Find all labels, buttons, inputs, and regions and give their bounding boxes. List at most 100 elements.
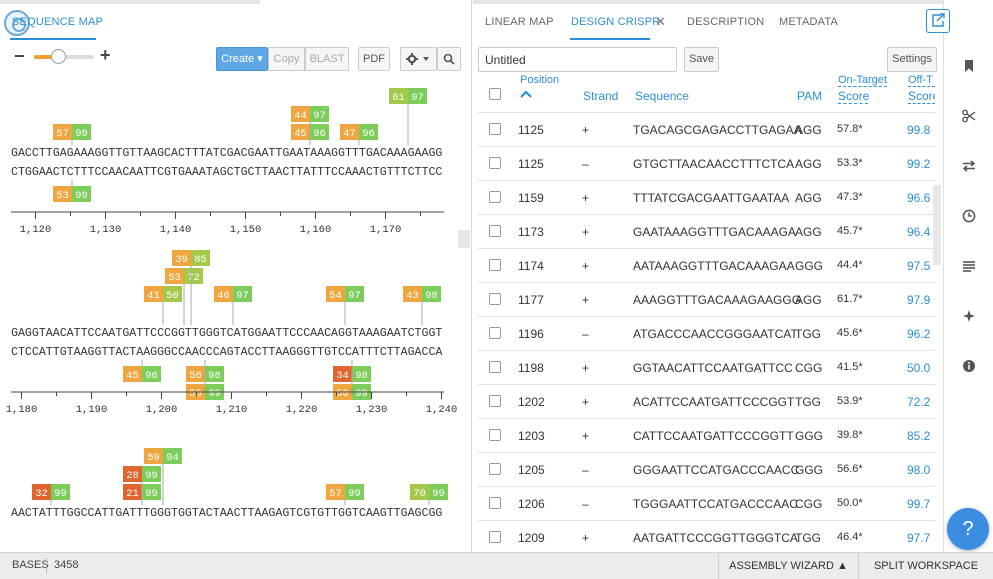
top-strand-sequence[interactable]: GACCTTGAGAAAGGTTGTTAAGCACTTTATCGACGAATTG… [11,147,442,160]
table-row[interactable]: 1173 + GAATAAAGGTTTGACAAAGA AGG 45.7* 96.4 [478,214,935,248]
row-checkbox[interactable] [489,157,501,169]
table-row[interactable]: 1198 + GGTAACATTCCAATGATTCC CGG 41.5* 50.0 [478,350,935,384]
select-all-checkbox[interactable] [489,88,501,100]
tab-design-crispr[interactable]: DESIGN CRISPR [571,16,660,28]
scissors-icon[interactable] [962,109,976,123]
table-row[interactable]: 1177 + AAAGGTTTGACAAAGAAGGG AGG 61.7* 97.9 [478,282,935,316]
grna-marker[interactable]: 44 97 [291,106,329,122]
sequence-map-canvas[interactable]: GACCTTGAGAAAGGTTGTTAAGCACTTTATCGACGAATTG… [0,72,472,552]
grna-marker[interactable]: 45 96 [123,366,161,382]
row-off-target-score[interactable]: 72.2 [907,395,930,409]
table-row[interactable]: 1174 + AATAAAGGTTTGACAAAGAA GGG 44.4* 97.5 [478,248,935,282]
row-off-target-score[interactable]: 99.8 [907,123,930,137]
bottom-strand-sequence[interactable]: CTGGAACTCTTTCCAACAATTCGTGAAATAGCTGCTTAAC… [11,166,442,179]
row-checkbox[interactable] [489,429,501,441]
map-scrollbar[interactable] [458,230,470,248]
column-header-on-target[interactable]: On-Target [838,74,887,87]
row-off-target-score[interactable]: 97.5 [907,259,930,273]
export-button[interactable] [926,9,950,33]
column-header-on-target-score[interactable]: Score [838,89,869,104]
grna-marker[interactable]: 43 98 [403,286,441,302]
grna-marker[interactable]: 54 97 [326,286,364,302]
grna-marker[interactable]: 59 94 [144,448,182,464]
row-off-target-score[interactable]: 97.7 [907,531,930,545]
table-row[interactable]: 1125 + TGACAGCGAGACCTTGAGAA AGG 57.8* 99.8 [478,112,935,146]
pdf-button[interactable]: PDF [358,47,390,71]
table-row[interactable]: 1125 – GTGCTTAACAACCTTTCTCA AGG 53.3* 99.2 [478,146,935,180]
zoom-in-button[interactable]: + [100,46,111,64]
row-checkbox[interactable] [489,123,501,135]
grna-marker[interactable]: 70 99 [410,484,448,500]
swap-icon[interactable] [962,159,976,173]
row-off-target-score[interactable]: 99.7 [907,497,930,511]
table-row[interactable]: 1196 – ATGACCCAACCGGGAATCAT TGG 45.6* 96.2 [478,316,935,350]
table-row[interactable]: 1203 + CATTCCAATGATTCCCGGTT GGG 39.8* 85.2 [478,418,935,452]
top-strand-sequence[interactable]: AACTATTTGGCCATTGATTTGGGTGGTACTAACTTAAGAG… [11,507,442,520]
grna-marker[interactable]: 28 99 [123,466,161,482]
grna-marker[interactable]: 39 85 [172,250,210,266]
copy-button[interactable]: Copy [268,47,305,71]
zoom-slider[interactable] [34,49,94,64]
help-button[interactable]: ? [947,508,989,550]
column-header-pam[interactable]: PAM [797,89,822,103]
settings-button[interactable]: Settings [887,47,937,72]
row-checkbox[interactable] [489,531,501,543]
column-header-sequence[interactable]: Sequence [635,89,689,103]
table-row[interactable]: 1202 + ACATTCCAATGATTCCCGGT TGG 53.9* 72.2 [478,384,935,418]
row-off-target-score[interactable]: 97.9 [907,293,930,307]
row-off-target-score[interactable]: 96.4 [907,225,930,239]
grna-marker[interactable]: 57 99 [326,484,364,500]
settings-dropdown-button[interactable] [400,47,437,71]
caret-up-icon[interactable] [520,89,532,99]
info-icon[interactable] [962,359,976,373]
assembly-wizard-button[interactable]: ASSEMBLY WIZARD ▲ [718,553,858,579]
row-checkbox[interactable] [489,463,501,475]
tab-linear-map[interactable]: LINEAR MAP [485,16,554,28]
name-input[interactable] [478,47,677,72]
close-icon[interactable]: ✕ [655,14,666,30]
table-row[interactable]: 1159 + TTTATCGACGAATTGAATAA AGG 47.3* 96.6 [478,180,935,214]
lines-icon[interactable] [962,259,976,273]
row-off-target-score[interactable]: 50.0 [907,361,930,375]
row-off-target-score[interactable]: 99.2 [907,157,930,171]
table-row[interactable]: 1206 – TGGGAATTCCATGACCCAAC CGG 50.0* 99.7 [478,486,935,520]
grna-marker[interactable]: 41 50 [144,286,182,302]
row-checkbox[interactable] [489,497,501,509]
create-button[interactable]: Create ▾ [216,47,268,71]
column-header-strand[interactable]: Strand [583,89,618,103]
tab-metadata[interactable]: METADATA [779,16,838,28]
table-row[interactable]: 1209 + AATGATTCCCGGTTGGGTCA TGG 46.4* 97.7 [478,520,935,546]
zoom-slider-handle[interactable] [51,49,66,64]
clock-icon[interactable] [962,209,976,223]
blast-button[interactable]: BLAST [305,47,349,71]
bottom-strand-sequence[interactable]: CTCCATTGTAAGGTTACTAAGGGCCAACCCAGTACCTTAA… [11,346,442,359]
row-off-target-score[interactable]: 85.2 [907,429,930,443]
row-checkbox[interactable] [489,361,501,373]
grna-marker[interactable]: 47 96 [340,124,378,140]
grna-marker[interactable]: 46 97 [214,286,252,302]
zoom-out-button[interactable]: − [14,47,25,65]
grna-marker[interactable]: 53 72 [165,268,203,284]
puzzle-icon[interactable] [962,309,976,323]
row-checkbox[interactable] [489,293,501,305]
row-checkbox[interactable] [489,395,501,407]
grna-marker[interactable]: 57 99 [53,124,91,140]
search-button[interactable] [437,47,461,71]
grna-marker[interactable]: 53 99 [53,186,91,202]
top-strand-sequence[interactable]: GAGGTAACATTCCAATGATTCCCGGTTGGGTCATGGAATT… [11,327,442,340]
table-scrollbar[interactable] [933,185,941,265]
grna-marker[interactable]: 32 99 [32,484,70,500]
split-workspace-button[interactable]: SPLIT WORKSPACE [858,553,993,579]
column-header-off-target[interactable]: Off-T [908,74,935,87]
row-checkbox[interactable] [489,191,501,203]
row-off-target-score[interactable]: 96.6 [907,191,930,205]
row-checkbox[interactable] [489,225,501,237]
column-header-position[interactable]: Position [520,74,559,86]
tab-description[interactable]: DESCRIPTION [687,16,764,28]
save-button[interactable]: Save [684,47,719,72]
column-header-off-target-score[interactable]: Score [908,89,935,104]
row-checkbox[interactable] [489,327,501,339]
row-checkbox[interactable] [489,259,501,271]
tab-sequence-map[interactable]: SEQUENCE MAP [12,16,103,28]
row-off-target-score[interactable]: 98.0 [907,463,930,477]
